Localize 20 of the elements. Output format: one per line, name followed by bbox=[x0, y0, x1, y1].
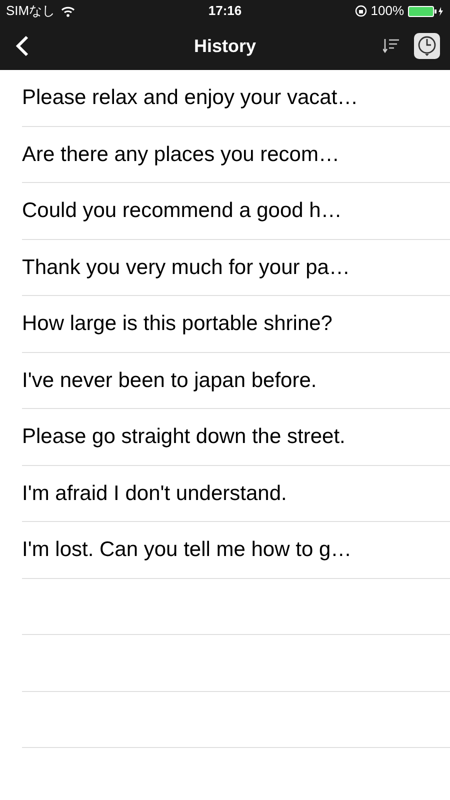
history-item[interactable]: How large is this portable shrine? bbox=[22, 308, 332, 340]
status-time: 17:16 bbox=[208, 2, 242, 20]
screen-title: History bbox=[194, 34, 256, 58]
history-button[interactable] bbox=[414, 33, 440, 59]
battery-percent: 100% bbox=[370, 2, 404, 20]
battery-icon bbox=[408, 6, 444, 16]
history-item[interactable]: Thank you very much for your pa… bbox=[22, 252, 350, 283]
wifi-icon bbox=[61, 6, 76, 16]
back-icon bbox=[15, 35, 29, 57]
history-item[interactable]: I've never been to japan before. bbox=[22, 364, 317, 396]
carrier-name: SIMなし bbox=[6, 2, 56, 20]
rotation-lock-icon bbox=[354, 5, 367, 17]
history-item[interactable]: I'm lost. Can you tell me how to g… bbox=[22, 534, 352, 566]
history-item[interactable]: Please relax and enjoy your vacat… bbox=[22, 82, 358, 114]
history-item[interactable]: Are there any places you recom… bbox=[22, 138, 340, 170]
history-item[interactable]: Please go straight down the street. bbox=[22, 421, 346, 452]
clock-icon bbox=[417, 35, 437, 57]
history-item[interactable]: I'm afraid I don't understand. bbox=[22, 478, 287, 509]
sort-icon bbox=[383, 38, 399, 54]
history-item[interactable]: Could you recommend a good h… bbox=[22, 195, 342, 226]
